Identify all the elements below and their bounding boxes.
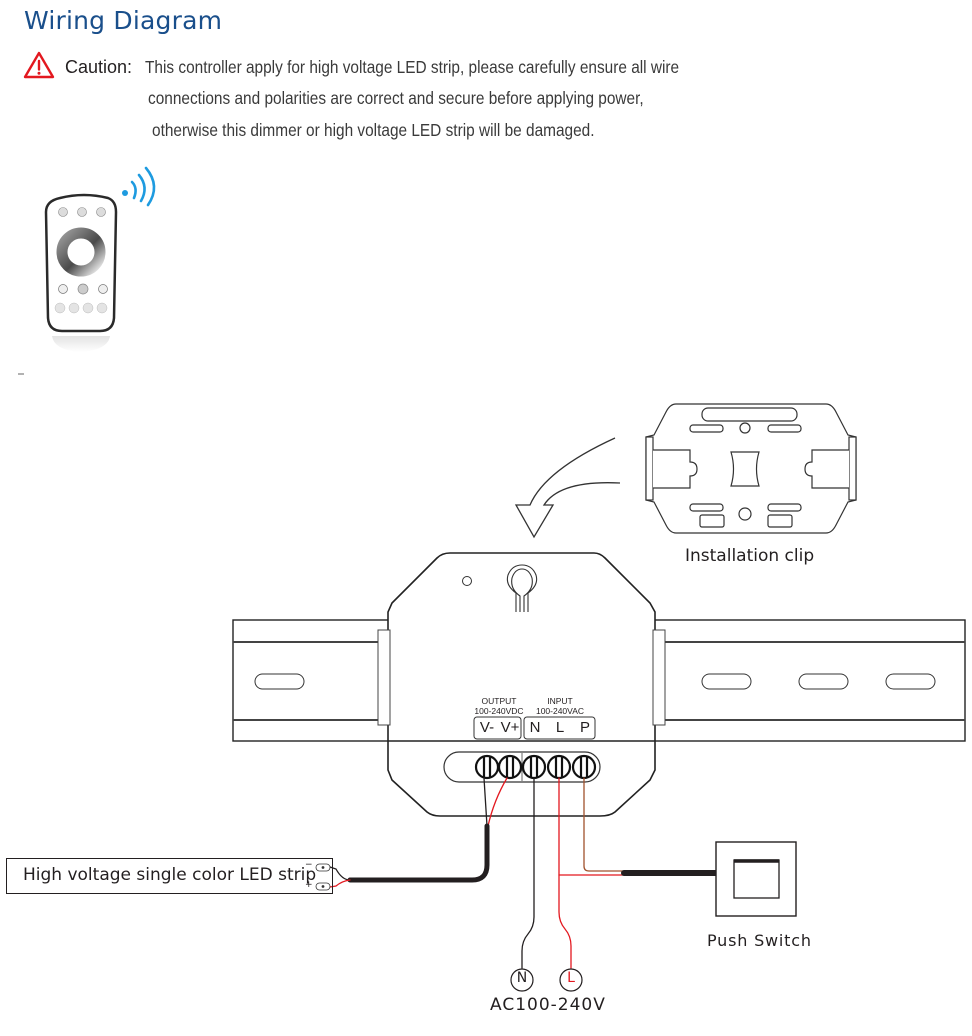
rail-slot [254,673,305,690]
led-strip: High voltage single color LED strip [6,858,333,894]
insertion-arrow-icon [514,437,621,539]
wireless-signal-icon [122,166,156,207]
terminal-label-v-plus: V+ [500,719,520,736]
screw-terminals [474,754,597,780]
terminal-label-p: P [579,719,590,736]
terminal-label-n: N [529,719,541,736]
controller-module [377,552,666,817]
input-range: 100-240VAC [535,706,585,716]
led-strip-label: High voltage single color LED strip [23,865,317,885]
strip-minus-label: − [305,860,313,870]
installation-clip-label: Installation clip [685,546,815,566]
output-title: OUTPUT [481,696,517,706]
rf-remote-icon [44,193,118,352]
rail-slot [798,673,849,690]
strip-plus-label: + [305,880,313,890]
terminal-label-l: L [555,719,565,736]
input-title: INPUT [547,696,573,706]
push-switch-label: Push Switch [707,931,812,950]
neutral-label: N [516,970,528,986]
strip-cable [347,823,490,883]
installation-clip-icon [645,403,857,534]
rail-slot [885,673,936,690]
mains-voltage-label: AC100-240V [490,995,606,1015]
output-range: 100-240VDC [474,706,524,716]
live-label: L [567,970,575,986]
push-switch-icon [715,841,797,917]
rail-slot [701,673,752,690]
terminal-label-v-minus: V- [479,719,495,736]
